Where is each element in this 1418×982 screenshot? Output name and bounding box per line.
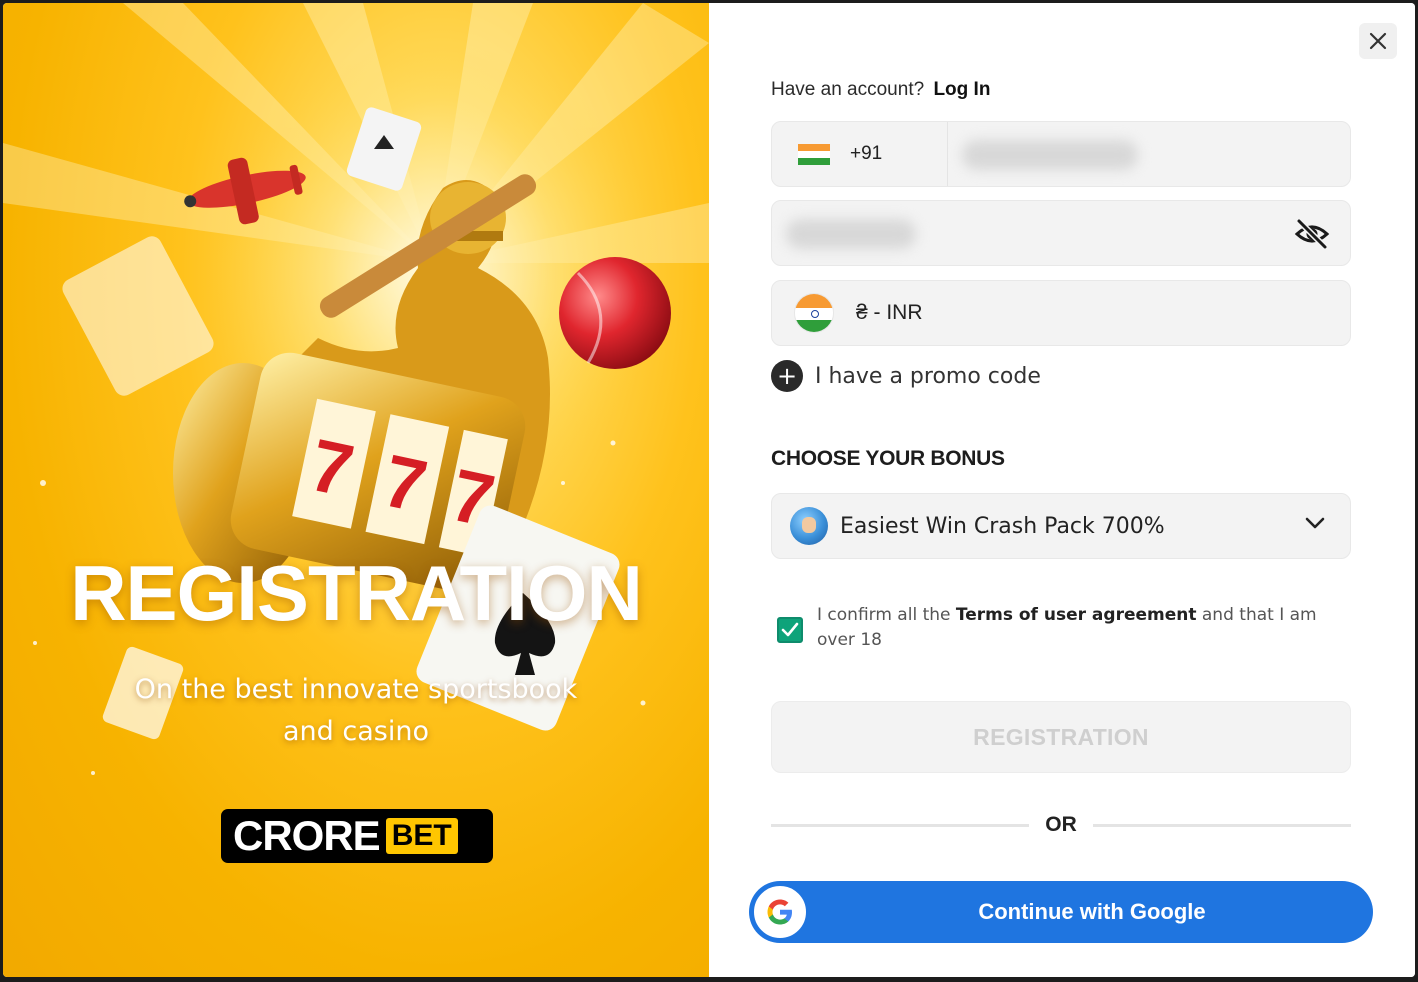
or-divider: OR bbox=[771, 813, 1351, 843]
promo-panel: 7 7 7 REGISTRATION On the best innovate … bbox=[3, 3, 709, 977]
bonus-heading: CHOOSE YOUR BONUS bbox=[771, 447, 1005, 470]
google-icon bbox=[767, 899, 792, 925]
country-code-select[interactable]: +91 bbox=[772, 122, 948, 186]
currency-select[interactable]: ₴ - INR bbox=[771, 280, 1351, 346]
chevron-down-icon bbox=[1305, 517, 1325, 529]
promo-code-label: I have a promo code bbox=[815, 363, 1041, 389]
terms-link[interactable]: Terms of user agreement bbox=[956, 605, 1197, 625]
terms-checkbox[interactable] bbox=[777, 617, 803, 643]
divider-line-left bbox=[771, 824, 1029, 827]
close-icon bbox=[1369, 32, 1387, 50]
promo-code-toggle[interactable]: + I have a promo code bbox=[771, 360, 1041, 392]
registration-button[interactable]: REGISTRATION bbox=[771, 701, 1351, 773]
terms-confirm: I confirm all the Terms of user agreemen… bbox=[777, 603, 1337, 653]
login-link[interactable]: Log In bbox=[933, 79, 990, 100]
india-flag-icon bbox=[798, 143, 830, 165]
country-code: +91 bbox=[850, 143, 883, 164]
have-account-text: Have an account? bbox=[771, 79, 925, 100]
bonus-select[interactable]: Easiest Win Crash Pack 700% bbox=[771, 493, 1351, 559]
password-field[interactable] bbox=[771, 200, 1351, 266]
phone-field: +91 bbox=[771, 121, 1351, 187]
registration-modal: 7 7 7 REGISTRATION On the best innovate … bbox=[3, 3, 1415, 977]
india-flag-icon bbox=[794, 293, 834, 333]
check-icon bbox=[781, 622, 799, 637]
login-prompt: Have an account? Log In bbox=[771, 79, 990, 101]
logo-tag: BET bbox=[385, 818, 458, 854]
google-icon-wrap bbox=[752, 884, 808, 940]
google-signin-button[interactable]: Continue with Google bbox=[749, 881, 1373, 943]
brand-logo: CRORE BET bbox=[221, 809, 493, 863]
terms-text: I confirm all the Terms of user agreemen… bbox=[817, 603, 1337, 653]
phone-input[interactable] bbox=[948, 122, 1350, 186]
terms-prefix: I confirm all the bbox=[817, 605, 951, 625]
eye-off-icon[interactable] bbox=[1294, 217, 1330, 251]
close-button[interactable] bbox=[1359, 23, 1397, 59]
registration-form: Have an account? Log In +91 ₴ - INR + I … bbox=[709, 3, 1415, 977]
currency-value: ₴ - INR bbox=[856, 301, 923, 324]
bonus-avatar bbox=[790, 507, 828, 545]
or-label: OR bbox=[1045, 813, 1077, 836]
plus-icon: + bbox=[771, 360, 803, 392]
google-button-label: Continue with Google bbox=[978, 899, 1206, 924]
bonus-selected: Easiest Win Crash Pack 700% bbox=[840, 513, 1165, 539]
divider-line-right bbox=[1093, 824, 1351, 827]
promo-subtitle: On the best innovate sportsbook and casi… bbox=[134, 674, 578, 747]
promo-title: REGISTRATION bbox=[70, 549, 643, 637]
logo-wordmark: CRORE bbox=[233, 812, 381, 859]
